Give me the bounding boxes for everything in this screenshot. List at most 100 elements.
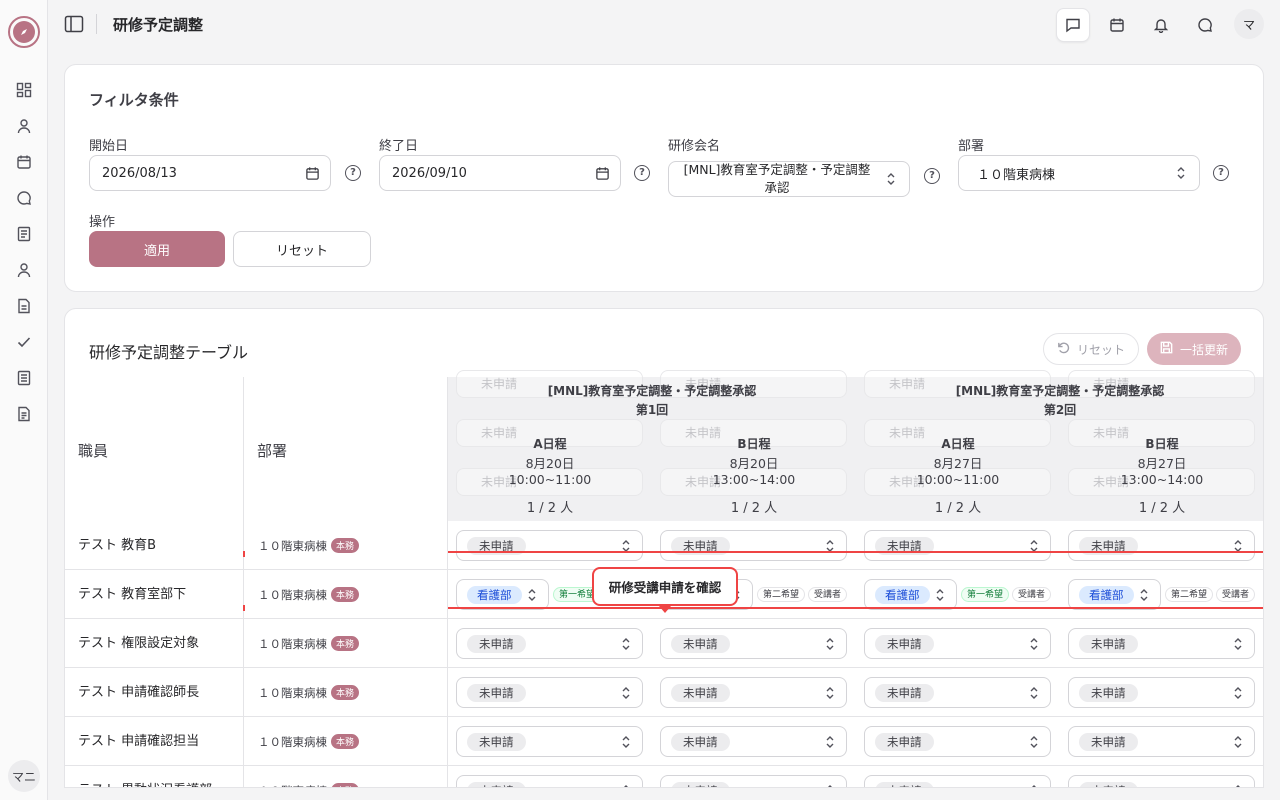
bulk-update-button[interactable]: 一括更新: [1147, 333, 1241, 365]
primary-badge: 本務: [331, 538, 360, 553]
status-chip: 未申請: [875, 782, 934, 787]
status-chip: 未申請: [875, 635, 934, 653]
topbar: 研修予定調整 マ: [48, 0, 1280, 48]
primary-badge: 本務: [331, 636, 360, 651]
session-name-select[interactable]: [MNL]教育室予定調整・予定調整承認: [668, 161, 910, 197]
help-icon[interactable]: ?: [634, 165, 650, 181]
user-avatar[interactable]: マ: [1234, 9, 1264, 39]
status-select[interactable]: 未申請: [456, 677, 643, 708]
status-chip: 未申請: [467, 635, 526, 653]
tooltip-tail: [659, 606, 671, 613]
employee-dept: １０階東病棟本務: [244, 570, 448, 619]
status-select[interactable]: 未申請: [660, 628, 847, 659]
list-alt-icon[interactable]: [14, 368, 34, 388]
status-select[interactable]: 看護部: [456, 579, 549, 610]
chevron-updown-icon: [526, 588, 538, 602]
start-date-input[interactable]: 2026/08/13: [89, 155, 331, 191]
dept-select[interactable]: １０階東病棟: [958, 155, 1200, 191]
document-icon[interactable]: [14, 296, 34, 316]
status-select[interactable]: 未申請: [456, 628, 643, 659]
chat-bubble-icon[interactable]: [1188, 8, 1222, 42]
status-select[interactable]: 看護部: [1068, 579, 1161, 610]
sidebar-toggle-icon[interactable]: [62, 12, 86, 36]
start-date-label: 開始日: [89, 139, 129, 154]
session-1-title: [MNL]教育室予定調整・予定調整承認 第1回: [547, 384, 757, 417]
schedule-table-card: 研修予定調整テーブル リセット 一括更新 職員 部署 未申請 未申請 未申請 未…: [64, 308, 1264, 788]
help-icon[interactable]: ?: [345, 165, 361, 181]
person-icon[interactable]: [14, 260, 34, 280]
divider: [96, 14, 97, 34]
employee-name: テスト 教育室部下: [65, 570, 244, 619]
primary-badge: 本務: [331, 685, 360, 700]
status-select[interactable]: 未申請: [864, 530, 1051, 561]
chevron-updown-icon: [1138, 588, 1150, 602]
status-select[interactable]: 未申請: [1068, 530, 1255, 561]
status-select[interactable]: 未申請: [456, 726, 643, 757]
status-chip: 未申請: [1079, 733, 1138, 751]
calendar-icon[interactable]: [14, 152, 34, 172]
employee-name: テスト 申請確認師長: [65, 668, 244, 717]
status-chip: 未申請: [671, 635, 730, 653]
status-select[interactable]: 未申請: [864, 628, 1051, 659]
status-select[interactable]: 未申請: [864, 775, 1051, 787]
status-chip: 未申請: [1079, 635, 1138, 653]
end-date-input[interactable]: 2026/09/10: [379, 155, 621, 191]
chat-icon[interactable]: [14, 188, 34, 208]
status-select[interactable]: 未申請: [660, 726, 847, 757]
chevron-updown-icon: [1028, 735, 1040, 749]
table-row: テスト 申請確認師長 １０階東病棟 本務 未申請 未申請 未申請 未申請: [65, 668, 1263, 717]
dashboard-icon[interactable]: [14, 80, 34, 100]
calendar-icon[interactable]: [594, 165, 610, 181]
slot-header: A日程 8月27日 10:00~11:00 1 / 2 人: [916, 437, 1000, 516]
employee-dept: １０階東病棟本務: [244, 521, 448, 570]
status-chip: 看護部: [1079, 586, 1134, 604]
help-icon[interactable]: ?: [1213, 165, 1229, 181]
bell-icon[interactable]: [1144, 8, 1178, 42]
check-icon[interactable]: [14, 332, 34, 352]
status-select[interactable]: 未申請: [1068, 775, 1255, 787]
highlight-mark: [243, 551, 245, 557]
status-select[interactable]: 未申請: [456, 530, 643, 561]
dept-label: 部署: [958, 139, 985, 154]
status-select[interactable]: 未申請: [660, 677, 847, 708]
status-chip: 未申請: [1079, 684, 1138, 702]
table-reset-button[interactable]: リセット: [1043, 333, 1139, 365]
slot-header: B日程 8月20日 13:00~14:00 1 / 2 人: [712, 437, 796, 516]
status-select[interactable]: 未申請: [1068, 726, 1255, 757]
table-row: テスト 異動状況看護部１０階東病棟本務未申請 未申請 未申請 未申請: [65, 766, 1263, 787]
help-icon[interactable]: ?: [924, 168, 940, 184]
status-select[interactable]: 未申請: [456, 775, 643, 787]
chevron-updown-icon: [934, 588, 946, 602]
slot-header: B日程 8月27日 13:00~14:00 1 / 2 人: [1120, 437, 1204, 516]
status-chip: 看護部: [467, 586, 522, 604]
employee-name: テスト 異動状況看護部: [65, 766, 244, 787]
status-chip: 未申請: [671, 733, 730, 751]
status-select[interactable]: 未申請: [660, 530, 847, 561]
table-title: 研修予定調整テーブル: [89, 343, 249, 362]
employee-name: テスト 教育B: [65, 521, 244, 570]
document-alt-icon[interactable]: [14, 404, 34, 424]
user-icon[interactable]: [14, 116, 34, 136]
calendar-icon[interactable]: [1100, 8, 1134, 42]
app-logo[interactable]: [8, 16, 40, 48]
status-select[interactable]: 未申請: [660, 775, 847, 787]
status-select[interactable]: 未申請: [1068, 677, 1255, 708]
status-select[interactable]: 看護部: [864, 579, 957, 610]
chevron-updown-icon: [824, 686, 836, 700]
apply-button[interactable]: 適用: [89, 231, 225, 267]
list-icon[interactable]: [14, 224, 34, 244]
chevron-updown-icon: [1028, 686, 1040, 700]
page-title: 研修予定調整: [113, 16, 204, 34]
status-select[interactable]: 未申請: [864, 726, 1051, 757]
status-select[interactable]: 未申請: [1068, 628, 1255, 659]
calendar-icon[interactable]: [304, 165, 320, 181]
primary-badge: 本務: [331, 783, 360, 787]
message-square-icon[interactable]: [1056, 8, 1090, 42]
status-chip: 未申請: [671, 684, 730, 702]
status-select[interactable]: 未申請: [864, 677, 1051, 708]
reset-button[interactable]: リセット: [233, 231, 371, 267]
highlight-line-bottom: [448, 607, 1263, 609]
user-avatar-bottom[interactable]: マニ: [8, 760, 40, 792]
status-chip: 未申請: [467, 684, 526, 702]
status-chip: 未申請: [671, 782, 730, 787]
